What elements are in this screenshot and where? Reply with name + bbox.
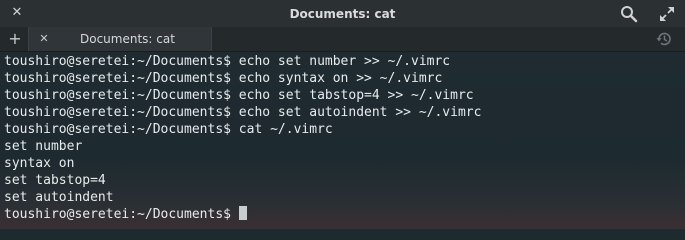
tab-label: Documents: cat bbox=[80, 32, 175, 46]
search-button[interactable] bbox=[619, 4, 639, 24]
terminal-line: toushiro@seretei:~/Documents$ echo set t… bbox=[4, 88, 474, 103]
close-icon: ✕ bbox=[39, 32, 49, 45]
terminal-line: toushiro@seretei:~/Documents$ cat ~/.vim… bbox=[4, 122, 333, 137]
plus-icon: + bbox=[8, 29, 22, 48]
title-bar: ✕ Documents: cat bbox=[0, 0, 685, 27]
terminal-line: toushiro@seretei:~/Documents$ echo synta… bbox=[4, 71, 443, 86]
terminal-line: set number bbox=[4, 139, 83, 154]
terminal-window: ✕ Documents: cat + ✕ Documents: cat tous… bbox=[0, 0, 685, 229]
close-icon: ✕ bbox=[11, 5, 23, 20]
window-title: Documents: cat bbox=[289, 6, 396, 21]
terminal-prompt-line: toushiro@seretei:~/Documents$ bbox=[4, 206, 247, 223]
terminal-line: set tabstop=4 bbox=[4, 173, 106, 188]
history-icon bbox=[656, 32, 671, 46]
tab-bar: + ✕ Documents: cat bbox=[0, 27, 685, 52]
maximize-icon bbox=[660, 7, 674, 21]
terminal-prompt: toushiro@seretei:~/Documents$ bbox=[4, 207, 231, 222]
terminal-line: toushiro@seretei:~/Documents$ echo set n… bbox=[4, 54, 451, 69]
tab-documents-cat[interactable]: ✕ Documents: cat bbox=[28, 27, 212, 51]
terminal-line: toushiro@seretei:~/Documents$ echo set a… bbox=[4, 105, 482, 120]
terminal-cursor bbox=[238, 206, 247, 220]
search-icon bbox=[621, 6, 638, 23]
new-tab-button[interactable]: + bbox=[6, 29, 24, 49]
terminal-line: set autoindent bbox=[4, 190, 114, 205]
window-close-button[interactable]: ✕ bbox=[8, 4, 26, 22]
maximize-button[interactable] bbox=[657, 4, 677, 24]
terminal-output[interactable]: toushiro@seretei:~/Documents$ echo set n… bbox=[0, 52, 685, 229]
tab-close-button[interactable]: ✕ bbox=[37, 30, 51, 48]
history-button[interactable] bbox=[655, 30, 673, 48]
terminal-line: syntax on bbox=[4, 156, 75, 171]
